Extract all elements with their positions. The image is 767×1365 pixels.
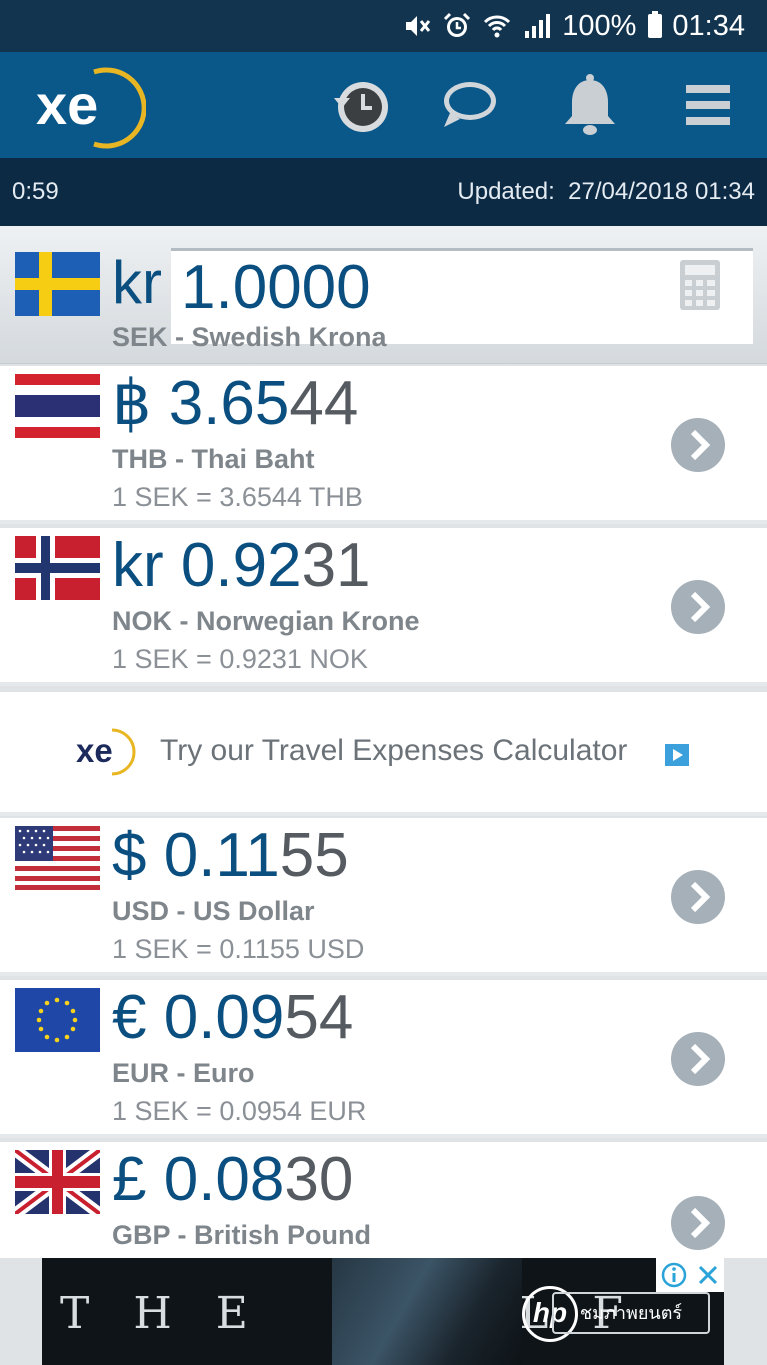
amount-main: 0.11 — [163, 821, 280, 890]
battery-icon — [648, 11, 663, 38]
flag-usa — [15, 826, 100, 890]
amount-main: 3.65 — [168, 369, 290, 438]
base-currency-row: kr 1.0000 SEK - Swedish Krona — [0, 226, 767, 364]
converted-amount: £ 0.0830 — [112, 1144, 353, 1216]
chat-icon — [444, 82, 496, 127]
currency-symbol: kr — [112, 531, 164, 600]
chevron-right-icon[interactable] — [671, 580, 725, 634]
currency-row-nok[interactable]: kr 0.9231 NOK - Norwegian Krone 1 SEK = … — [0, 528, 767, 686]
amount-value[interactable]: 1.0000 — [181, 253, 371, 323]
base-currency-symbol: kr — [112, 249, 162, 316]
travel-expenses-promo[interactable]: xe Try our Travel Expenses Calculator — [0, 692, 767, 816]
ad-cta-button[interactable]: ชมภาพยนตร์ — [552, 1292, 710, 1334]
menu-button[interactable] — [673, 70, 743, 140]
app-bar: xe — [0, 52, 767, 158]
ad-choices[interactable] — [656, 1258, 724, 1292]
ad-banner[interactable]: THE WOLF hp ชมภาพยนตร์ — [42, 1258, 724, 1365]
exchange-rate: 1 SEK = 3.6544 THB — [112, 482, 363, 512]
battery-percent: 100% — [562, 9, 637, 42]
amount-minor: 44 — [289, 369, 359, 438]
currency-name: THB - Thai Baht — [112, 444, 315, 474]
chevron-right-icon[interactable] — [671, 1032, 725, 1086]
svg-text:xe: xe — [36, 73, 98, 136]
currency-symbol: € — [112, 983, 147, 1052]
flag-eu — [15, 988, 100, 1052]
exchange-rate: 1 SEK = 0.0954 EUR — [112, 1096, 367, 1126]
xe-logo[interactable]: xe — [34, 62, 147, 150]
history-button[interactable] — [326, 70, 396, 140]
amount-main: 0.08 — [163, 1145, 285, 1214]
flag-sweden[interactable] — [15, 252, 100, 316]
chevron-right-icon[interactable] — [671, 418, 725, 472]
currency-name: USD - US Dollar — [112, 896, 315, 926]
play-icon[interactable] — [665, 744, 689, 766]
currency-row-usd[interactable]: $ 0.1155 USD - US Dollar 1 SEK = 0.1155 … — [0, 818, 767, 976]
close-icon[interactable] — [696, 1263, 720, 1287]
flag-norway — [15, 536, 100, 600]
converted-amount: ฿ 3.6544 — [112, 368, 358, 440]
amount-minor: 31 — [301, 531, 371, 600]
refresh-timer: 0:59 — [12, 178, 59, 205]
menu-icon — [686, 85, 730, 125]
exchange-rate: 1 SEK = 0.1155 USD — [112, 934, 365, 964]
alerts-button[interactable] — [555, 70, 625, 140]
history-icon — [334, 82, 388, 132]
chevron-right-icon[interactable] — [671, 870, 725, 924]
amount-minor: 55 — [279, 821, 349, 890]
amount-minor: 30 — [284, 1145, 354, 1214]
amount-main: 0.92 — [180, 531, 302, 600]
currency-row-eur[interactable]: € 0.0954 EUR - Euro 1 SEK = 0.0954 EUR — [0, 980, 767, 1138]
flag-thailand — [15, 374, 100, 438]
flag-uk — [15, 1150, 100, 1214]
exchange-rate: 1 SEK = 0.9231 NOK — [112, 644, 368, 674]
currency-row-thb[interactable]: ฿ 3.6544 THB - Thai Baht 1 SEK = 3.6544 … — [0, 366, 767, 524]
currency-row-gbp[interactable]: £ 0.0830 GBP - British Pound — [0, 1142, 767, 1258]
clock: 01:34 — [672, 9, 745, 42]
currency-symbol: ฿ — [112, 369, 152, 438]
promo-text[interactable]: Try our Travel Expenses Calculator — [160, 734, 627, 768]
currency-name: GBP - British Pound — [112, 1220, 372, 1250]
base-currency-name: SEK - Swedish Krona — [112, 322, 387, 352]
currency-symbol: £ — [112, 1145, 147, 1214]
currency-name: NOK - Norwegian Krone — [112, 606, 420, 636]
alarm-icon — [442, 12, 472, 40]
alert-bell-icon — [565, 74, 615, 135]
signal-icon — [522, 12, 552, 40]
amount-minor: 54 — [284, 983, 354, 1052]
ad-image — [332, 1258, 522, 1365]
updated-label: Updated: — [457, 178, 555, 205]
currency-name: EUR - Euro — [112, 1058, 255, 1088]
last-updated: Updated: 27/04/2018 01:34 — [457, 178, 755, 206]
converted-amount: € 0.0954 — [112, 982, 353, 1054]
currency-symbol: $ — [112, 821, 147, 890]
xe-mini-logo: xe — [76, 728, 136, 776]
converted-amount: kr 0.9231 — [112, 530, 371, 602]
converted-amount: $ 0.1155 — [112, 820, 349, 892]
status-bar: 100% 01:34 — [0, 0, 767, 52]
update-bar: 0:59 Updated: 27/04/2018 01:34 — [0, 158, 767, 226]
chevron-right-icon[interactable] — [671, 1196, 725, 1250]
amount-main: 0.09 — [163, 983, 285, 1052]
calculator-icon[interactable] — [679, 259, 721, 311]
mute-icon — [402, 12, 432, 40]
promo-logo-text: xe — [76, 732, 113, 769]
updated-value: 27/04/2018 01:34 — [568, 178, 755, 205]
chat-button[interactable] — [434, 70, 504, 140]
wifi-icon — [482, 12, 512, 40]
info-icon[interactable] — [660, 1261, 688, 1289]
